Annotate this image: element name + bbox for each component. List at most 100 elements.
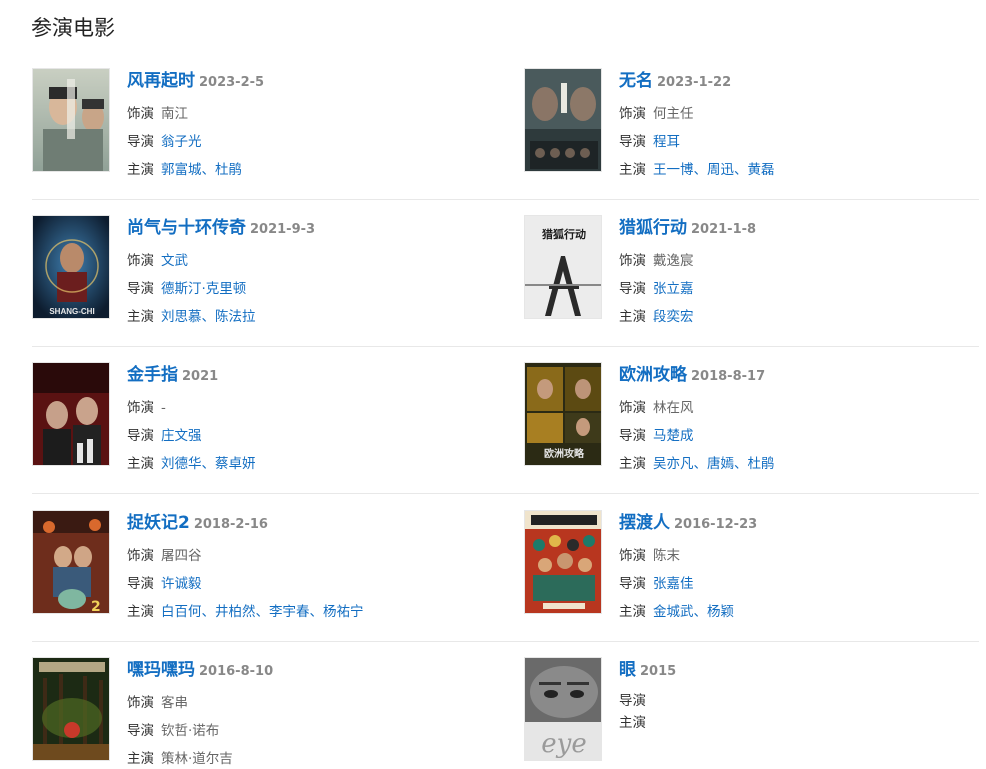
- role-value: 屠四谷: [161, 548, 202, 564]
- role-value: 何主任: [653, 106, 694, 122]
- movie-poster[interactable]: 猎狐行动: [524, 215, 602, 319]
- divider: [32, 641, 979, 642]
- director-label: 导演: [619, 693, 646, 709]
- cast-link[interactable]: 杨颖: [707, 604, 734, 620]
- cast-label: 主演: [619, 715, 646, 731]
- director-label: 导演: [127, 428, 154, 444]
- movie-item: SHANG-CHI 尚气与十环传奇 2021-9-3 饰演 文武 导演 德斯汀·克里顿…: [32, 215, 487, 325]
- poster-caption: eye: [541, 729, 586, 759]
- divider: [32, 493, 979, 494]
- director-link[interactable]: 程耳: [653, 134, 680, 150]
- movie-title-link[interactable]: 摆渡人: [619, 513, 670, 533]
- role-label: 饰演: [127, 253, 154, 269]
- movie-date: 2023-1-22: [657, 75, 732, 90]
- movie-poster[interactable]: eye: [524, 657, 602, 761]
- movie-poster[interactable]: SHANG-CHI: [32, 215, 110, 319]
- role-label: 饰演: [127, 548, 154, 564]
- role-label: 饰演: [127, 106, 154, 122]
- movie-date: 2021-1-8: [691, 222, 757, 237]
- director-link[interactable]: 翁子光: [161, 134, 202, 150]
- movie-title-link[interactable]: 风再起时: [127, 71, 195, 91]
- movie-poster[interactable]: [524, 68, 602, 172]
- movie-date: 2021-9-3: [250, 222, 316, 237]
- cast-link[interactable]: 郭富城: [161, 162, 202, 178]
- movie-title-link[interactable]: 欧洲攻略: [619, 365, 687, 385]
- cast-link[interactable]: 唐嫣: [707, 456, 734, 472]
- director-link[interactable]: 张立嘉: [653, 281, 694, 297]
- movie-title-link[interactable]: 无名: [619, 71, 653, 91]
- cast-label: 主演: [619, 309, 646, 325]
- director-label: 导演: [127, 134, 154, 150]
- movie-poster[interactable]: [524, 510, 602, 614]
- movie-date: 2018-2-16: [193, 517, 268, 532]
- cast-link[interactable]: 黄磊: [748, 162, 775, 178]
- cast-link[interactable]: 刘德华: [161, 456, 202, 472]
- movie-poster[interactable]: [32, 68, 110, 172]
- cast-link[interactable]: 段奕宏: [653, 309, 694, 325]
- cast-link[interactable]: 蔡卓妍: [215, 456, 256, 472]
- cast-label: 主演: [619, 604, 646, 620]
- director-link[interactable]: 张嘉佳: [653, 576, 694, 592]
- movie-item: 风再起时 2023-2-5 饰演 南江 导演 翁子光 主演 郭富城、杜鹃: [32, 68, 487, 178]
- director-link[interactable]: 许诚毅: [161, 576, 202, 592]
- movie-title-link[interactable]: 嘿玛嘿玛: [127, 660, 195, 680]
- movie-poster[interactable]: 2: [32, 510, 110, 614]
- movie-title-link[interactable]: 捉妖记2: [127, 513, 190, 533]
- cast-label: 主演: [619, 456, 646, 472]
- movie-title-link[interactable]: 眼: [619, 660, 636, 680]
- director-link[interactable]: 马楚成: [653, 428, 694, 444]
- movie-date: 2016-12-23: [674, 517, 758, 532]
- role-link[interactable]: 文武: [161, 253, 188, 269]
- movie-date: 2021: [182, 369, 219, 384]
- cast-link[interactable]: 白百何: [161, 604, 202, 620]
- cast-link[interactable]: 陈法拉: [215, 309, 256, 325]
- director-label: 导演: [619, 428, 646, 444]
- cast-link[interactable]: 杜鹃: [748, 456, 775, 472]
- cast-label: 主演: [127, 162, 154, 178]
- role-label: 饰演: [127, 695, 154, 711]
- cast-link[interactable]: 金城武: [653, 604, 694, 620]
- director-link[interactable]: 德斯汀·克里顿: [161, 281, 246, 297]
- svg-text:2: 2: [91, 599, 101, 614]
- cast-link[interactable]: 杨祐宁: [323, 604, 364, 620]
- role-label: 饰演: [127, 400, 154, 416]
- movie-date: 2015: [640, 664, 677, 679]
- movie-title-link[interactable]: 金手指: [127, 365, 178, 385]
- movie-date: 2023-2-5: [199, 75, 265, 90]
- cast-link[interactable]: 李宇春: [269, 604, 310, 620]
- cast-link[interactable]: 杜鹃: [215, 162, 242, 178]
- director-label: 导演: [127, 723, 154, 739]
- cast-link[interactable]: 周迅: [707, 162, 734, 178]
- movie-item: 金手指 2021 饰演 - 导演 庄文强 主演 刘德华、蔡卓妍: [32, 362, 487, 472]
- movie-item: 摆渡人 2016-12-23 饰演 陈末 导演 张嘉佳 主演 金城武、杨颖: [524, 510, 979, 620]
- movie-item: 猎狐行动 猎狐行动 2021-1-8 饰演 戴逸宸 导演 张立嘉 主演 段奕宏: [524, 215, 979, 325]
- cast-link[interactable]: 王一博: [653, 162, 694, 178]
- director-label: 导演: [619, 576, 646, 592]
- cast-link[interactable]: 吴亦凡: [653, 456, 694, 472]
- role-value: 南江: [161, 106, 188, 122]
- movie-item: eye 眼 2015 导演 主演: [524, 657, 979, 767]
- movie-item: 嘿玛嘿玛 2016-8-10 饰演 客串 导演 钦哲·诺布 主演 策林·道尔吉: [32, 657, 487, 767]
- role-value: -: [161, 400, 166, 416]
- cast-link[interactable]: 刘思慕: [161, 309, 202, 325]
- director-label: 导演: [619, 281, 646, 297]
- movie-title-link[interactable]: 猎狐行动: [619, 218, 687, 238]
- divider: [32, 346, 979, 347]
- role-value: 林在风: [653, 400, 694, 416]
- section-title: 参演电影: [31, 16, 115, 40]
- movie-date: 2016-8-10: [199, 664, 274, 679]
- cast-label: 主演: [127, 309, 154, 325]
- movie-poster[interactable]: [32, 657, 110, 761]
- cast-label: 主演: [127, 456, 154, 472]
- movie-title-link[interactable]: 尚气与十环传奇: [127, 218, 246, 238]
- movie-date: 2018-8-17: [691, 369, 766, 384]
- role-value: 戴逸宸: [653, 253, 694, 269]
- movie-poster[interactable]: 欧洲攻略: [524, 362, 602, 466]
- movie-item: 无名 2023-1-22 饰演 何主任 导演 程耳 主演 王一博、周迅、黄磊: [524, 68, 979, 178]
- role-value: 客串: [161, 695, 188, 711]
- movie-poster[interactable]: [32, 362, 110, 466]
- cast-label: 主演: [619, 162, 646, 178]
- cast-link[interactable]: 井柏然: [215, 604, 256, 620]
- director-link[interactable]: 庄文强: [161, 428, 202, 444]
- poster-caption: SHANG-CHI: [49, 307, 94, 316]
